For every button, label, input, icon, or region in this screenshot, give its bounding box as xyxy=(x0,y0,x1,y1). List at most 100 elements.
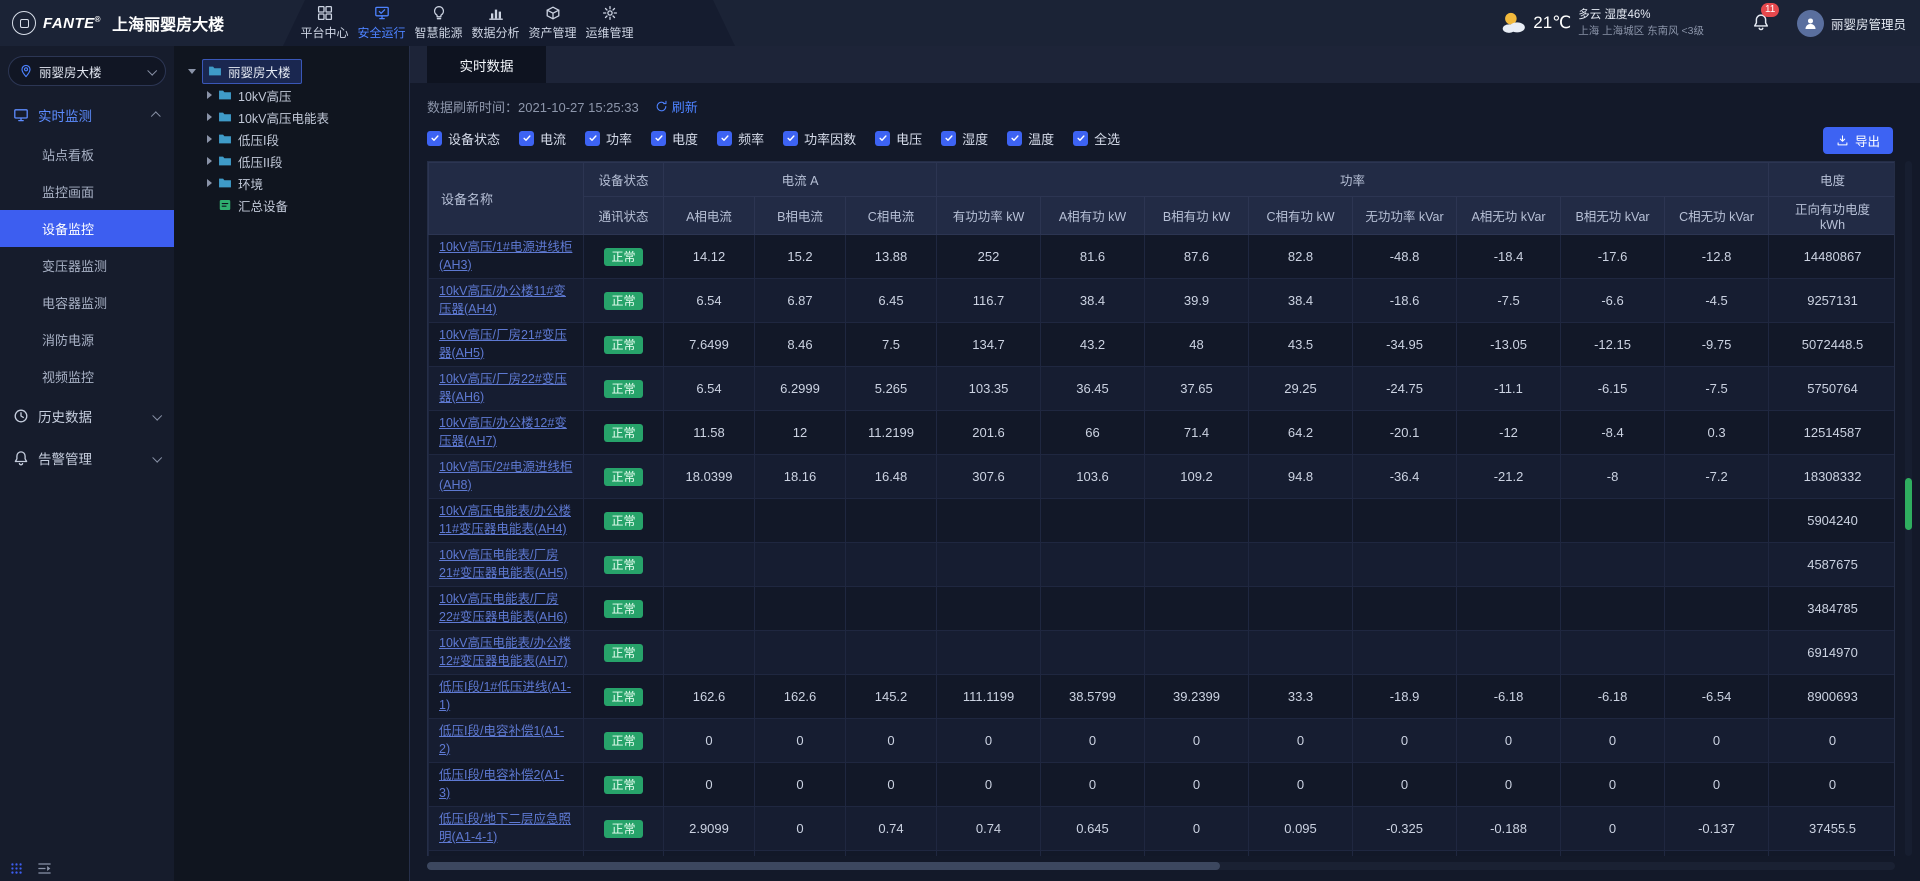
device-name-cell: 10kV高压电能表/办公楼12#变压器电能表(AH7) xyxy=(429,631,584,675)
value-cell xyxy=(937,587,1041,631)
device-name-link[interactable]: 低压I段/电容补偿2(A1-3) xyxy=(439,767,575,802)
sidebar-item-device-monitor[interactable]: 设备监控 xyxy=(0,210,174,247)
status-cell: 正常 xyxy=(584,455,664,499)
sidebar-group-alarm-management[interactable]: 告警管理 xyxy=(0,437,174,479)
value-cell: 64.2 xyxy=(1249,411,1353,455)
col-group-current-a: 电流 A xyxy=(664,163,937,197)
device-name-link[interactable]: 10kV高压/1#电源进线柜(AH3) xyxy=(439,239,575,274)
device-name-cell: 10kV高压/1#电源进线柜(AH3) xyxy=(429,235,584,279)
value-cell xyxy=(664,499,755,543)
check-icon xyxy=(654,133,664,143)
value-cell: 0 xyxy=(664,719,755,763)
sidebar-item-site-board[interactable]: 站点看板 xyxy=(0,136,174,173)
value-cell: -21.2 xyxy=(1457,455,1561,499)
tree-root[interactable]: 丽婴房大楼 xyxy=(188,58,409,84)
nav-item-safe-run[interactable]: 安全运行 xyxy=(353,0,410,46)
checkbox-temperature[interactable] xyxy=(1007,131,1022,146)
checkbox-energy[interactable] xyxy=(651,131,666,146)
value-cell: 0 xyxy=(1041,719,1145,763)
sidebar-item-fire-power[interactable]: 消防电源 xyxy=(0,321,174,358)
status-cell: 正常 xyxy=(584,499,664,543)
device-name-link[interactable]: 10kV高压/办公楼11#变压器(AH4) xyxy=(439,283,575,318)
check-icon xyxy=(720,133,730,143)
tree-node-summary-device[interactable]: 汇总设备 xyxy=(188,194,409,216)
checkbox-frequency[interactable] xyxy=(717,131,732,146)
value-cell: -20.1 xyxy=(1353,411,1457,455)
grid-dots-icon[interactable] xyxy=(10,862,23,875)
value-cell xyxy=(1457,499,1561,543)
filter-power-factor[interactable]: 功率因数 xyxy=(783,129,856,148)
horizontal-scrollbar-thumb[interactable] xyxy=(427,862,1220,870)
value-cell: 14480867 xyxy=(1769,235,1895,279)
tree-node-hv-10kv-meter[interactable]: 10kV高压电能表 xyxy=(188,106,409,128)
nav-item-asset[interactable]: 资产管理 xyxy=(524,0,581,46)
sidebar-item-capacitor-monitor[interactable]: 电容器监测 xyxy=(0,284,174,321)
checkbox-current[interactable] xyxy=(519,131,534,146)
device-name-link[interactable]: 10kV高压电能表/厂房21#变压器电能表(AH5) xyxy=(439,547,575,582)
value-cell: 0.645 xyxy=(1041,807,1145,851)
nav-item-analysis[interactable]: 数据分析 xyxy=(467,0,524,46)
value-cell: 7.5 xyxy=(846,323,937,367)
device-name-link[interactable]: 10kV高压/2#电源进线柜(AH8) xyxy=(439,459,575,494)
filter-temperature[interactable]: 温度 xyxy=(1007,129,1054,148)
checkbox-humidity[interactable] xyxy=(941,131,956,146)
collapse-menu-icon[interactable] xyxy=(37,861,52,876)
nav-item-platform[interactable]: 平台中心 xyxy=(296,0,353,46)
checkbox-power[interactable] xyxy=(585,131,600,146)
checkbox-power-factor[interactable] xyxy=(783,131,798,146)
filter-energy[interactable]: 电度 xyxy=(651,129,698,148)
device-name-link[interactable]: 10kV高压/厂房22#变压器(AH6) xyxy=(439,371,575,406)
notifications-button[interactable]: 11 xyxy=(1752,13,1770,34)
device-name-link[interactable]: 10kV高压电能表/厂房22#变压器电能表(AH6) xyxy=(439,591,575,626)
sidebar-item-video-monitor[interactable]: 视频监控 xyxy=(0,358,174,395)
vertical-scrollbar[interactable] xyxy=(1905,161,1912,856)
tree-node-lv-section-1[interactable]: 低压I段 xyxy=(188,128,409,150)
tree-node-environment[interactable]: 环境 xyxy=(188,172,409,194)
filter-select-all[interactable]: 全选 xyxy=(1073,129,1120,148)
filter-humidity[interactable]: 湿度 xyxy=(941,129,988,148)
table-row: 低压I段/地下一层应急照明(A1-4-2)正常00000000000136.6 xyxy=(429,851,1896,857)
refresh-button[interactable]: 刷新 xyxy=(655,97,698,116)
tree-node-hv-10kv[interactable]: 10kV高压 xyxy=(188,84,409,106)
checkbox-device-status[interactable] xyxy=(427,131,442,146)
device-name-link[interactable]: 低压I段/地下一层应急照明(A1-4-2) xyxy=(439,855,575,856)
sidebar-group-history-data[interactable]: 历史数据 xyxy=(0,395,174,437)
value-cell: 0 xyxy=(755,851,846,857)
vertical-scrollbar-thumb[interactable] xyxy=(1905,478,1912,530)
nav-item-ops[interactable]: 运维管理 xyxy=(581,0,638,46)
export-button[interactable]: 导出 xyxy=(1823,127,1893,154)
device-name-link[interactable]: 10kV高压电能表/办公楼12#变压器电能表(AH7) xyxy=(439,635,575,670)
device-name-link[interactable]: 10kV高压/厂房21#变压器(AH5) xyxy=(439,327,575,362)
sidebar-item-transformer-monitor[interactable]: 变压器监测 xyxy=(0,247,174,284)
device-name-link[interactable]: 低压I段/1#低压进线(A1-1) xyxy=(439,679,575,714)
sidebar-item-monitor-screen[interactable]: 监控画面 xyxy=(0,173,174,210)
temperature: 21℃ xyxy=(1533,13,1571,33)
checkbox-voltage[interactable] xyxy=(875,131,890,146)
device-name-link[interactable]: 10kV高压电能表/办公楼11#变压器电能表(AH4) xyxy=(439,503,575,538)
sidebar-group-realtime-monitor[interactable]: 实时监测 xyxy=(0,94,174,136)
nav-item-energy[interactable]: 智慧能源 xyxy=(410,0,467,46)
brand-name: FANTE® xyxy=(43,15,101,32)
device-name-link[interactable]: 低压I段/电容补偿1(A1-2) xyxy=(439,723,575,758)
horizontal-scrollbar[interactable] xyxy=(427,862,1895,870)
status-cell: 正常 xyxy=(584,851,664,857)
tab-realtime-data[interactable]: 实时数据 xyxy=(427,46,546,83)
sidebar-group-label: 告警管理 xyxy=(38,448,144,468)
value-cell: 0 xyxy=(1249,763,1353,807)
check-icon xyxy=(430,133,440,143)
device-name-link[interactable]: 低压I段/地下二层应急照明(A1-4-1) xyxy=(439,811,575,846)
col-header: B相有功 kW xyxy=(1145,197,1249,235)
site-selector[interactable]: 丽婴房大楼 xyxy=(8,56,166,86)
ops-icon xyxy=(602,5,618,21)
filter-voltage[interactable]: 电压 xyxy=(875,129,922,148)
device-name-link[interactable]: 10kV高压/办公楼12#变压器(AH7) xyxy=(439,415,575,450)
value-cell: -0.325 xyxy=(1353,807,1457,851)
checkbox-select-all[interactable] xyxy=(1073,131,1088,146)
user-menu[interactable]: 丽婴房管理员 xyxy=(1797,10,1906,37)
filter-device-status[interactable]: 设备状态 xyxy=(427,129,500,148)
value-cell: 39.9 xyxy=(1145,279,1249,323)
tree-node-lv-section-2[interactable]: 低压II段 xyxy=(188,150,409,172)
filter-power[interactable]: 功率 xyxy=(585,129,632,148)
filter-current[interactable]: 电流 xyxy=(519,129,566,148)
filter-frequency[interactable]: 频率 xyxy=(717,129,764,148)
